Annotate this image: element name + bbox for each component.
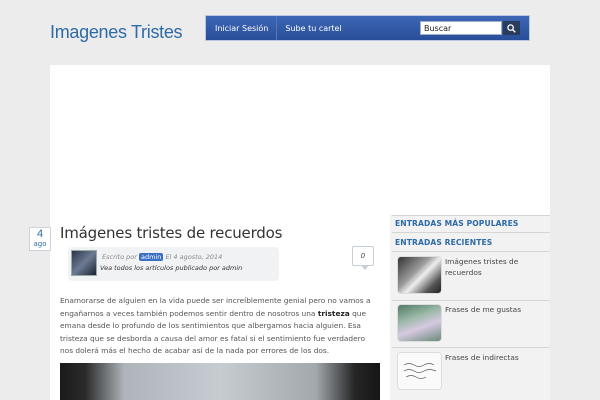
search-icon (507, 23, 516, 33)
recent-post-thumbnail[interactable] (397, 256, 442, 294)
all-posts-link[interactable]: Vea todos los artículos publicado por ad… (100, 264, 242, 272)
site-title[interactable]: Imagenes Tristes (50, 22, 183, 43)
recent-post-item[interactable]: Imágenes tristes de recuerdos (396, 252, 550, 302)
date-month: ago (33, 240, 47, 248)
author-link[interactable]: admin (139, 253, 164, 261)
popular-posts-heading[interactable]: ENTRADAS MÁS POPULARES (395, 219, 518, 228)
recent-posts-heading[interactable]: ENTRADAS RECIENTES (395, 238, 492, 247)
login-link[interactable]: Iniciar Sesión (206, 16, 278, 40)
date-badge: 4 ago (29, 227, 51, 251)
comment-count[interactable]: 0 (352, 246, 374, 270)
post-date: El 4 agosto, 2014 (165, 253, 223, 261)
comment-count-value: 0 (360, 252, 366, 260)
recent-post-thumbnail[interactable] (397, 304, 442, 342)
ad-banner (50, 65, 550, 215)
recent-post-label[interactable]: Frases de me gustas (445, 304, 545, 315)
date-day: 4 (36, 228, 44, 240)
sidebar-divider (392, 215, 550, 216)
avatar[interactable] (71, 250, 97, 276)
recent-post-item[interactable]: Frases de indirectas (396, 348, 550, 398)
recent-post-label[interactable]: Imágenes tristes de recuerdos (445, 256, 545, 278)
post-image[interactable] (60, 363, 380, 400)
search-input[interactable] (420, 21, 502, 35)
meta-byline: Escrito por admin El 4 agosto, 2014 (102, 253, 222, 261)
post-title[interactable]: Imágenes tristes de recuerdos (60, 224, 282, 242)
recent-post-item[interactable]: Frases de me gustas (396, 300, 550, 350)
post-body-bold: tristeza (317, 308, 350, 318)
sidebar-divider (392, 232, 550, 233)
search-button[interactable] (503, 21, 520, 35)
recent-post-thumbnail[interactable] (397, 352, 442, 390)
top-navigation: Iniciar Sesión Sube tu cartel (205, 15, 530, 41)
recent-post-label[interactable]: Frases de indirectas (445, 352, 545, 363)
handwriting-icon (403, 363, 437, 379)
post-body: Enamorarse de alguien en la vida puede s… (60, 295, 380, 358)
written-by-label: Escrito por (102, 253, 137, 261)
upload-poster-link[interactable]: Sube tu cartel (277, 16, 349, 40)
post-meta: Escrito por admin El 4 agosto, 2014 Vea … (68, 247, 279, 281)
